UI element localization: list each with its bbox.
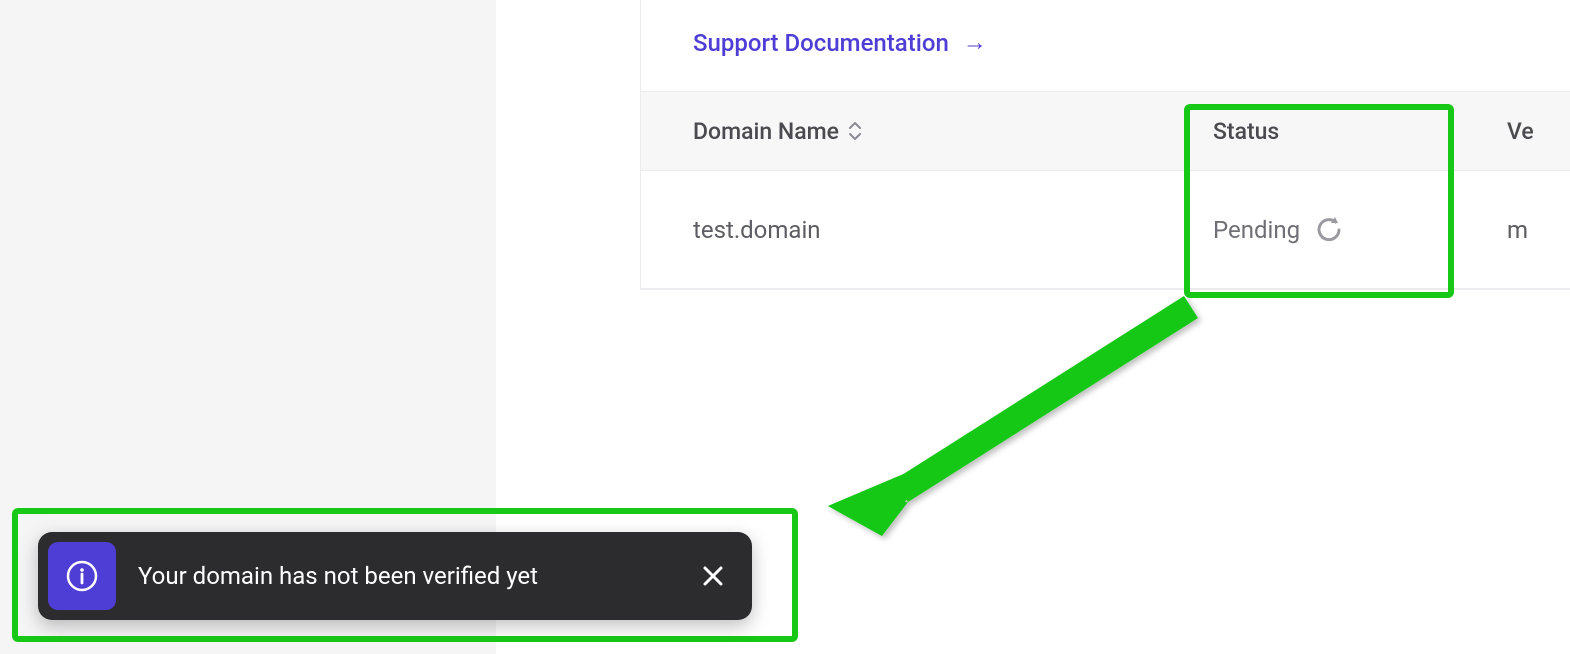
domains-card: Support Documentation → Domain Name Stat… — [640, 0, 1570, 290]
table-row: test.domain Pending m — [641, 171, 1570, 289]
toast-notification: Your domain has not been verified yet — [38, 532, 752, 620]
sort-icon — [849, 121, 861, 141]
support-link-label: Support Documentation — [693, 29, 949, 57]
support-documentation-link[interactable]: Support Documentation → — [641, 0, 1570, 91]
status-label: Pending — [1213, 216, 1300, 244]
column-header-domain[interactable]: Domain Name — [641, 118, 1201, 145]
column-header-verify[interactable]: Ve — [1461, 118, 1534, 145]
column-header-domain-label: Domain Name — [693, 118, 839, 145]
column-header-status-label: Status — [1213, 118, 1279, 145]
refresh-icon[interactable] — [1314, 215, 1344, 245]
cell-verify: m — [1461, 216, 1528, 244]
close-icon — [702, 565, 724, 587]
table-header: Domain Name Status Ve — [641, 91, 1570, 171]
arrow-right-icon: → — [963, 28, 987, 57]
column-header-status[interactable]: Status — [1201, 118, 1461, 145]
toast-message: Your domain has not been verified yet — [138, 562, 676, 590]
cell-status: Pending — [1201, 215, 1461, 245]
close-button[interactable] — [698, 561, 728, 591]
column-header-verify-label: Ve — [1507, 118, 1534, 145]
cell-domain-name: test.domain — [641, 216, 1201, 244]
info-icon — [48, 542, 116, 610]
